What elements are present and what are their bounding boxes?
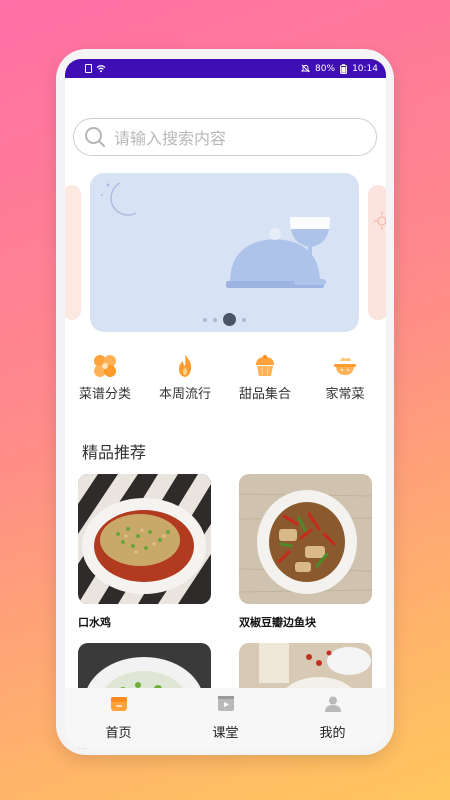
recipe-title: 双椒豆瓣边鱼块 xyxy=(239,616,316,629)
carousel-dot-active[interactable] xyxy=(223,313,236,326)
cupcake-icon xyxy=(256,355,274,376)
carousel-dot[interactable] xyxy=(203,317,207,322)
video-icon xyxy=(217,696,234,711)
battery-icon xyxy=(340,63,348,74)
tab-home[interactable]: 首页 xyxy=(79,694,159,741)
recipe-title: 口水鸡 xyxy=(78,616,111,629)
wifi-icon xyxy=(96,65,106,73)
bowl-icon xyxy=(334,357,356,375)
banner-illustration xyxy=(101,182,331,288)
battery-percent: 80% xyxy=(315,63,336,74)
clock: 10:14 xyxy=(352,63,378,74)
search-bar[interactable]: 请输入搜索内容 xyxy=(73,118,377,156)
carousel-dots xyxy=(90,313,359,326)
search-icon xyxy=(85,127,105,147)
carousel-dot[interactable] xyxy=(213,317,217,322)
category-label: 菜谱分类 xyxy=(78,387,131,402)
section-title: 精品推荐 xyxy=(82,443,147,462)
tab-mine[interactable]: 我的 xyxy=(293,694,373,741)
banner-carousel[interactable] xyxy=(90,173,359,332)
tab-label: 课堂 xyxy=(212,726,239,741)
status-right: 80% 10:14 xyxy=(301,64,378,74)
tab-label: 首页 xyxy=(105,726,132,741)
search-input[interactable]: 请输入搜索内容 xyxy=(114,125,226,149)
sun-icon xyxy=(374,212,386,230)
carousel-dot[interactable] xyxy=(242,317,246,322)
bottom-tab-bar: 首页 课堂 我的 xyxy=(65,688,386,749)
category-label: 家常菜 xyxy=(325,387,365,402)
recipe-card[interactable]: 口水鸡 xyxy=(78,474,211,630)
recipe-image xyxy=(239,474,372,604)
home-icon xyxy=(110,697,127,711)
sim-card-icon xyxy=(85,64,92,73)
carousel-next-card[interactable] xyxy=(368,185,386,320)
recipe-card[interactable]: 双椒豆瓣边鱼块 xyxy=(239,474,372,630)
category-label: 甜品集合 xyxy=(238,387,291,402)
tab-class[interactable]: 课堂 xyxy=(186,694,266,741)
tab-label: 我的 xyxy=(319,726,346,741)
mute-icon xyxy=(301,64,311,73)
grid-flower-icon xyxy=(94,355,116,377)
category-row: 菜谱分类 本周流行 甜品集合 家常菜 xyxy=(65,353,386,402)
category-home-cooking[interactable]: 家常菜 xyxy=(305,353,385,402)
recipe-image xyxy=(78,474,211,604)
app-screen: 80% 10:14 请输入搜索内容 菜谱分类 本周流行 甜品集合 家常菜 精品推… xyxy=(65,59,386,749)
carousel-prev-card[interactable] xyxy=(65,185,81,320)
category-label: 本周流行 xyxy=(158,387,211,402)
status-left xyxy=(85,64,106,73)
status-bar: 80% 10:14 xyxy=(65,59,386,78)
flame-icon xyxy=(179,355,192,377)
category-weekly-popular[interactable]: 本周流行 xyxy=(145,353,225,402)
category-recipe-types[interactable]: 菜谱分类 xyxy=(65,353,145,402)
category-desserts[interactable]: 甜品集合 xyxy=(225,353,305,402)
person-icon xyxy=(324,696,341,712)
